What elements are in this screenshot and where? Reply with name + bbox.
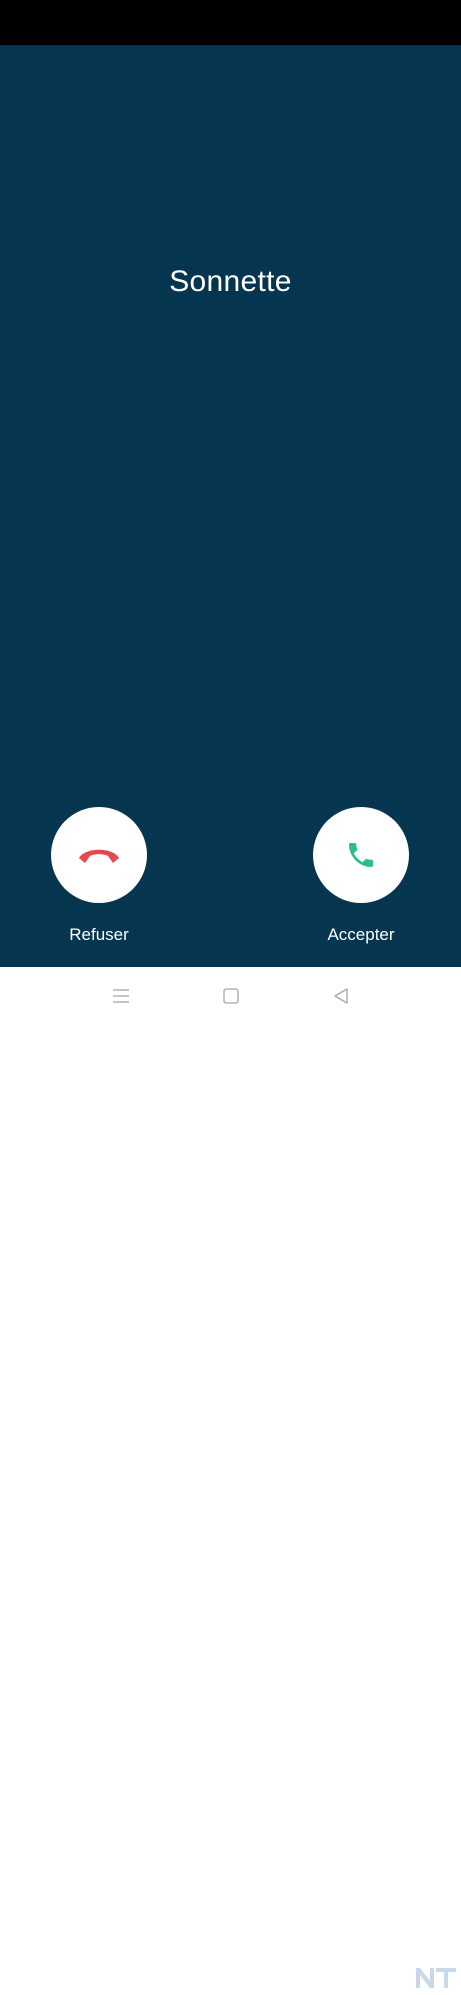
- home-icon: [223, 988, 239, 1004]
- accept-button[interactable]: [313, 807, 409, 903]
- accept-label: Accepter: [327, 925, 395, 944]
- home-button[interactable]: [219, 985, 243, 1007]
- back-button[interactable]: [329, 985, 353, 1007]
- menu-button[interactable]: [109, 985, 133, 1007]
- decline-label: Refuser: [69, 925, 129, 944]
- back-icon: [334, 988, 348, 1004]
- decline-action: Refuser: [29, 807, 169, 945]
- nt-logo: [414, 1964, 458, 1990]
- decline-button[interactable]: [51, 807, 147, 903]
- phone-hangup-icon: [79, 849, 119, 863]
- status-bar: [0, 0, 461, 45]
- menu-icon: [113, 989, 129, 1003]
- incoming-call-screen: Sonnette Refuser Accepter: [0, 45, 461, 967]
- accept-action: Accepter: [291, 807, 431, 945]
- navigation-bar: [0, 967, 461, 1988]
- caller-name: Sonnette: [169, 265, 292, 298]
- phone-icon: [349, 843, 373, 867]
